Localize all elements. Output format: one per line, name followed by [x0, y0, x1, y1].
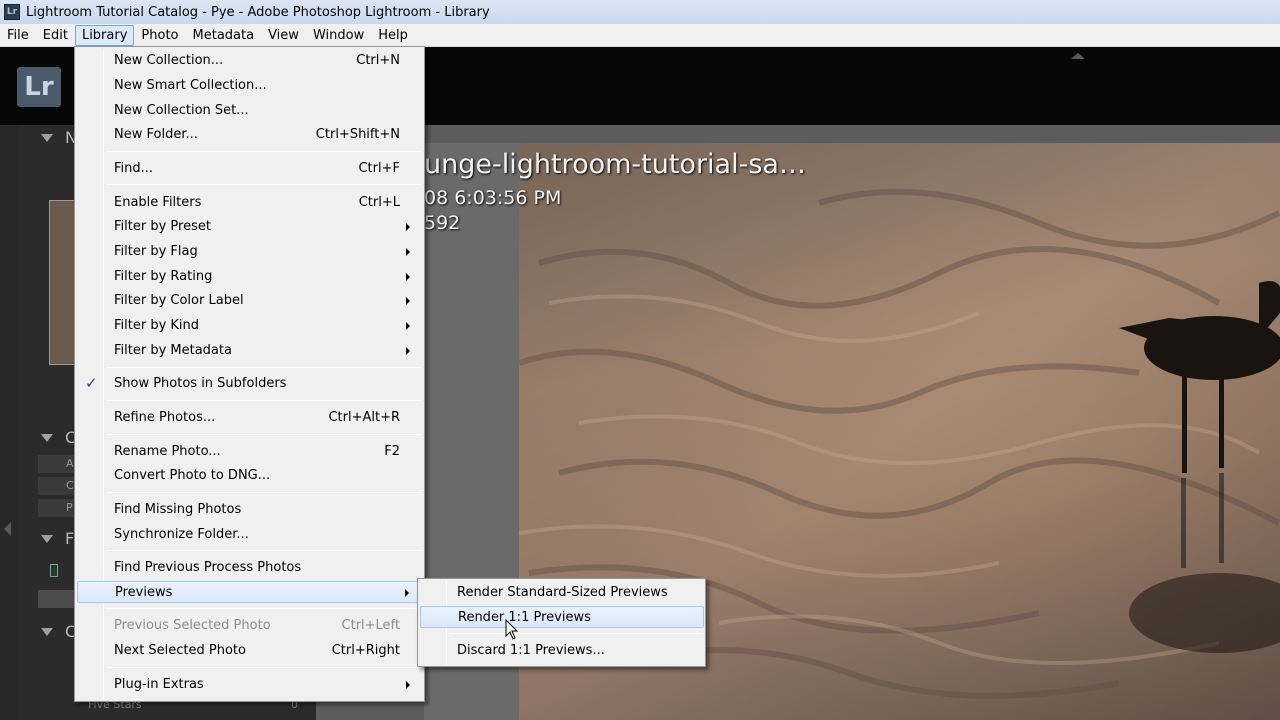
checkmark-icon: ✓: [85, 374, 98, 392]
menu-item-render-standard-sized-previews[interactable]: Render Standard-Sized Previews: [420, 582, 704, 604]
submenu-arrow-icon: [405, 589, 409, 597]
window-title: Lightroom Tutorial Catalog - Pye - Adobe…: [26, 4, 490, 20]
menu-bar: File Edit Library Photo Metadata View Wi…: [0, 24, 1280, 47]
previews-submenu: Render Standard-Sized Previews Render 1:…: [417, 578, 706, 667]
menu-window[interactable]: Window: [306, 25, 371, 46]
menu-item-filter-by-color-label[interactable]: Filter by Color Label: [77, 290, 422, 312]
menu-item-refine-photos[interactable]: Refine Photos... Ctrl+Alt+R: [77, 407, 422, 429]
menu-separator: [107, 550, 422, 551]
photo-info-dimensions: 592: [424, 212, 461, 234]
menu-help[interactable]: Help: [371, 25, 415, 46]
window-title-bar: Lr Lightroom Tutorial Catalog - Pye - Ad…: [0, 0, 1280, 24]
menu-item-convert-photo-to-dng[interactable]: Convert Photo to DNG...: [77, 465, 422, 487]
lightroom-app-icon: Lr: [4, 4, 20, 20]
left-panel-edge: [0, 125, 18, 720]
library-menu-dropdown: New Collection... Ctrl+N New Smart Colle…: [74, 46, 425, 702]
menu-library[interactable]: Library: [74, 24, 135, 46]
menu-separator: [107, 400, 422, 401]
photo-info-filename: unge-lightroom-tutorial-sa…: [424, 149, 806, 180]
menu-item-show-photos-in-subfolders[interactable]: ✓ Show Photos in Subfolders: [77, 373, 422, 395]
menu-item-filter-by-flag[interactable]: Filter by Flag: [77, 241, 422, 263]
menu-item-new-collection[interactable]: New Collection... Ctrl+N: [77, 50, 422, 72]
menu-item-new-folder[interactable]: New Folder... Ctrl+Shift+N: [77, 124, 422, 146]
menu-item-find-previous-process-photos[interactable]: Find Previous Process Photos: [77, 557, 422, 579]
lightroom-logo-icon: Lr: [17, 67, 61, 107]
menu-item-find-missing-photos[interactable]: Find Missing Photos: [77, 499, 422, 521]
menu-file[interactable]: File: [0, 25, 36, 46]
submenu-arrow-icon: [406, 223, 410, 231]
menu-photo[interactable]: Photo: [134, 25, 185, 46]
menu-separator: [107, 667, 422, 668]
menu-item-discard-1-1-previews[interactable]: Discard 1:1 Previews...: [420, 640, 704, 662]
mouse-cursor-icon: [505, 619, 519, 640]
menu-item-previews[interactable]: Previews: [77, 581, 422, 603]
submenu-arrow-icon: [406, 322, 410, 330]
menu-item-new-smart-collection[interactable]: New Smart Collection...: [77, 75, 422, 97]
menu-view[interactable]: View: [261, 25, 306, 46]
menu-item-next-selected-photo[interactable]: Next Selected Photo Ctrl+Right: [77, 640, 422, 662]
menu-item-filter-by-rating[interactable]: Filter by Rating: [77, 266, 422, 288]
menu-separator: [107, 367, 422, 368]
menu-item-filter-by-metadata[interactable]: Filter by Metadata: [77, 340, 422, 362]
menu-separator: [107, 434, 422, 435]
menu-separator: [450, 633, 703, 634]
menu-item-render-1-1-previews[interactable]: Render 1:1 Previews: [420, 606, 704, 628]
submenu-arrow-icon: [406, 347, 410, 355]
disclosure-triangle-icon: [41, 134, 53, 142]
volume-indicator-icon: [50, 564, 58, 577]
menu-item-rename-photo[interactable]: Rename Photo... F2: [77, 441, 422, 463]
photo-info-datetime: 08 6:03:56 PM: [424, 187, 562, 209]
disclosure-triangle-icon: [41, 628, 53, 636]
menu-item-filter-by-preset[interactable]: Filter by Preset: [77, 216, 422, 238]
menu-separator: [107, 492, 422, 493]
disclosure-triangle-icon: [41, 434, 53, 442]
menu-item-plug-in-extras[interactable]: Plug-in Extras: [77, 674, 422, 696]
menu-item-filter-by-kind[interactable]: Filter by Kind: [77, 315, 422, 337]
menu-item-enable-filters[interactable]: Enable Filters Ctrl+L: [77, 192, 422, 214]
menu-edit[interactable]: Edit: [36, 25, 75, 46]
menu-item-previous-selected-photo[interactable]: Previous Selected Photo Ctrl+Left: [77, 615, 422, 637]
menu-item-find[interactable]: Find... Ctrl+F: [77, 158, 422, 180]
disclosure-triangle-icon: [41, 535, 53, 543]
menu-metadata[interactable]: Metadata: [186, 25, 262, 46]
menu-item-new-collection-set[interactable]: New Collection Set...: [77, 100, 422, 122]
collapse-left-panel-icon[interactable]: [4, 522, 11, 536]
menu-item-synchronize-folder[interactable]: Synchronize Folder...: [77, 524, 422, 546]
submenu-arrow-icon: [406, 297, 410, 305]
menu-separator: [107, 151, 422, 152]
menu-separator: [107, 608, 422, 609]
submenu-arrow-icon: [406, 681, 410, 689]
menu-separator: [107, 184, 422, 185]
submenu-arrow-icon: [406, 248, 410, 256]
submenu-arrow-icon: [406, 273, 410, 281]
collapse-top-panel-icon[interactable]: [1071, 53, 1085, 59]
